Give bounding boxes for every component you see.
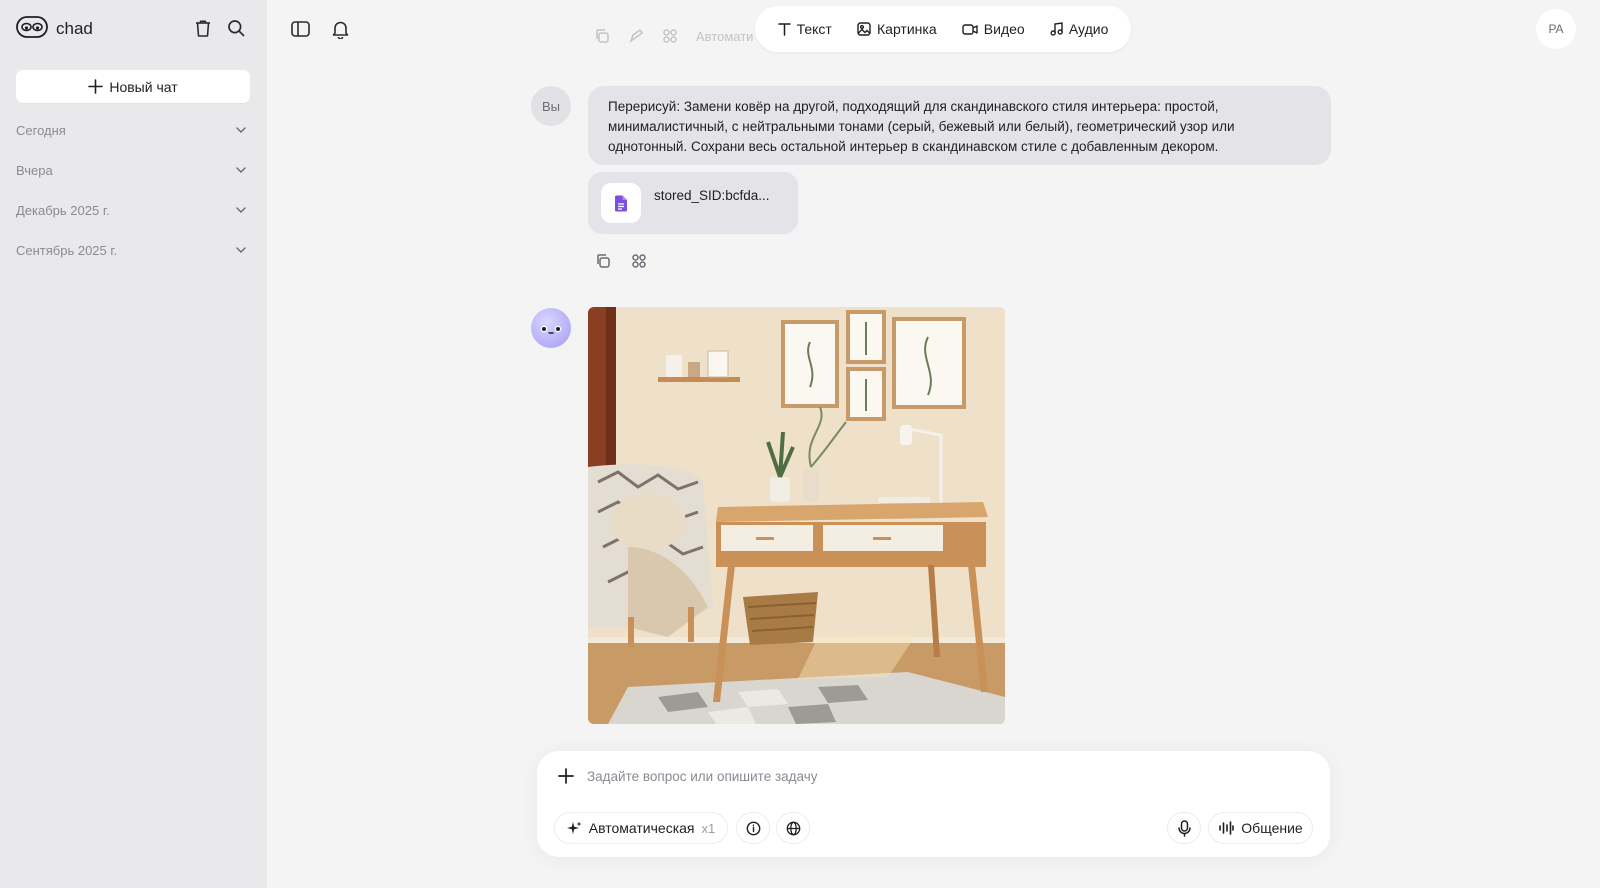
section-label: Сентябрь 2025 г. bbox=[16, 242, 118, 258]
user-message: Перерисуй: Замени ковёр на другой, подхо… bbox=[588, 86, 1331, 165]
globe-icon bbox=[786, 821, 800, 835]
mode-label: Текст bbox=[796, 21, 832, 37]
sidebar-toggle-icon[interactable] bbox=[288, 17, 312, 41]
attachment-name: stored_SID:bcfda... bbox=[654, 188, 770, 203]
chevron-down-icon bbox=[236, 207, 246, 213]
chevron-down-icon bbox=[236, 167, 246, 173]
user-avatar[interactable]: PA bbox=[1536, 9, 1576, 49]
sparkle-icon bbox=[566, 821, 582, 834]
search-icon[interactable] bbox=[224, 16, 248, 40]
chevron-down-icon bbox=[236, 247, 246, 253]
section-label: Вчера bbox=[16, 162, 53, 178]
plus-icon bbox=[558, 768, 574, 784]
grid-icon bbox=[632, 254, 646, 268]
mode-text[interactable]: Текст bbox=[772, 15, 838, 43]
section-label: Декабрь 2025 г. bbox=[16, 202, 110, 218]
sidebar: chad Новый чат Сегодня Вчера Декабрь 202… bbox=[0, 0, 267, 888]
grid-icon bbox=[663, 29, 677, 43]
video-icon bbox=[962, 23, 978, 35]
app-name: chad bbox=[56, 19, 93, 38]
music-icon bbox=[1050, 22, 1063, 36]
image-icon bbox=[857, 22, 871, 36]
message-input[interactable] bbox=[587, 765, 1087, 787]
new-chat-button[interactable]: Новый чат bbox=[16, 70, 250, 103]
soundwave-icon bbox=[1219, 821, 1235, 835]
copy-icon bbox=[596, 29, 609, 43]
voice-chat-button[interactable]: Общение bbox=[1208, 812, 1313, 844]
app-logo[interactable]: chad bbox=[16, 14, 93, 44]
section-december[interactable]: Декабрь 2025 г. bbox=[16, 199, 250, 221]
section-september[interactable]: Сентябрь 2025 г. bbox=[16, 239, 250, 261]
assistant-avatar bbox=[531, 308, 571, 348]
model-label: Автоматическая bbox=[588, 820, 695, 836]
previous-message-actions: Автомати bbox=[594, 28, 753, 44]
plus-icon bbox=[88, 79, 104, 94]
mode-video[interactable]: Видео bbox=[956, 15, 1031, 43]
section-yesterday[interactable]: Вчера bbox=[16, 159, 250, 181]
mode-image[interactable]: Картинка bbox=[851, 15, 943, 43]
mode-audio[interactable]: Аудио bbox=[1044, 15, 1115, 43]
mode-switcher: Текст Картинка Видео Аудио bbox=[755, 6, 1131, 52]
more-actions-button[interactable] bbox=[628, 250, 650, 272]
attach-button[interactable] bbox=[555, 765, 577, 787]
attachment-card[interactable]: stored_SID:bcfda... bbox=[588, 172, 798, 234]
message-composer: Автоматическая x1 Общение bbox=[537, 751, 1330, 857]
section-label: Сегодня bbox=[16, 122, 66, 138]
bell-icon[interactable] bbox=[328, 17, 352, 41]
edit-icon bbox=[629, 28, 644, 44]
mode-label: Картинка bbox=[877, 21, 937, 37]
model-multiplier: x1 bbox=[701, 820, 716, 836]
copy-button[interactable] bbox=[592, 250, 614, 272]
model-selector[interactable]: Автоматическая x1 bbox=[554, 812, 728, 844]
user-message-avatar: Вы bbox=[531, 86, 571, 126]
document-icon bbox=[601, 183, 641, 223]
microphone-icon bbox=[1177, 819, 1191, 837]
microphone-button[interactable] bbox=[1167, 812, 1201, 844]
trash-icon[interactable] bbox=[191, 16, 215, 40]
info-icon bbox=[746, 821, 760, 835]
logo-icon bbox=[16, 15, 48, 43]
previous-model-label: Автомати bbox=[696, 28, 754, 44]
copy-icon bbox=[597, 254, 610, 268]
voice-chat-label: Общение bbox=[1241, 820, 1303, 836]
generated-image[interactable] bbox=[588, 307, 1005, 724]
section-today[interactable]: Сегодня bbox=[16, 119, 250, 141]
chevron-down-icon bbox=[236, 127, 246, 133]
mode-label: Видео bbox=[983, 21, 1025, 37]
web-search-button[interactable] bbox=[776, 812, 810, 844]
info-button[interactable] bbox=[736, 812, 770, 844]
new-chat-label: Новый чат bbox=[109, 78, 178, 95]
mode-label: Аудио bbox=[1068, 21, 1109, 37]
text-icon bbox=[777, 23, 791, 36]
